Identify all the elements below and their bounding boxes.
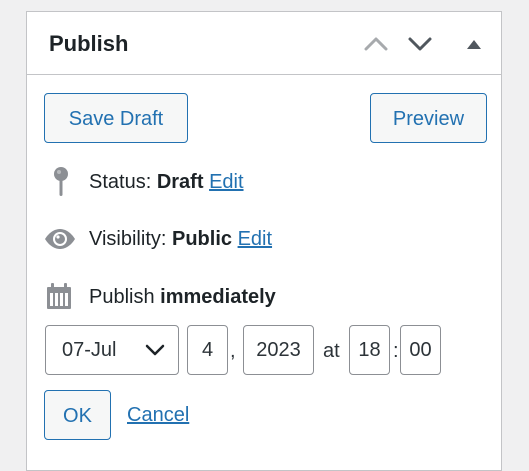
month-value: 07-Jul — [62, 339, 117, 361]
time-colon: : — [393, 340, 399, 362]
save-draft-button[interactable]: Save Draft — [44, 93, 188, 143]
publish-label: Publish — [89, 286, 155, 308]
move-down-button[interactable] — [405, 30, 435, 58]
chevron-down-icon — [145, 344, 165, 356]
minute-input[interactable]: 00 — [400, 325, 441, 375]
caret-up-icon — [467, 40, 481, 49]
date-comma: , — [230, 340, 236, 362]
pin-icon — [50, 166, 72, 204]
month-select[interactable]: 07-Jul — [45, 325, 179, 375]
publish-panel: Publish Save Draft Preview Status: Draft… — [26, 11, 502, 471]
at-label: at — [323, 340, 340, 362]
panel-title: Publish — [49, 31, 129, 56]
hour-input[interactable]: 18 — [349, 325, 390, 375]
visibility-value: Public — [172, 228, 233, 250]
toggle-panel-button[interactable] — [459, 30, 489, 58]
panel-header: Publish — [27, 12, 501, 75]
move-up-button[interactable] — [361, 30, 391, 58]
chevron-down-icon — [408, 37, 432, 51]
preview-button[interactable]: Preview — [370, 93, 487, 143]
ok-button[interactable]: OK — [44, 390, 111, 440]
calendar-icon — [45, 282, 73, 316]
status-edit-link[interactable]: Edit — [209, 171, 243, 193]
year-input[interactable]: 2023 — [243, 325, 314, 375]
eye-icon — [44, 228, 76, 256]
visibility-edit-link[interactable]: Edit — [238, 228, 272, 250]
visibility-label: Visibility: — [89, 228, 167, 250]
day-input[interactable]: 4 — [187, 325, 228, 375]
cancel-link[interactable]: Cancel — [127, 403, 189, 427]
chevron-up-icon — [364, 37, 388, 51]
status-value: Draft — [156, 171, 204, 193]
status-label: Status: — [89, 171, 152, 193]
publish-value: immediately — [160, 286, 276, 308]
